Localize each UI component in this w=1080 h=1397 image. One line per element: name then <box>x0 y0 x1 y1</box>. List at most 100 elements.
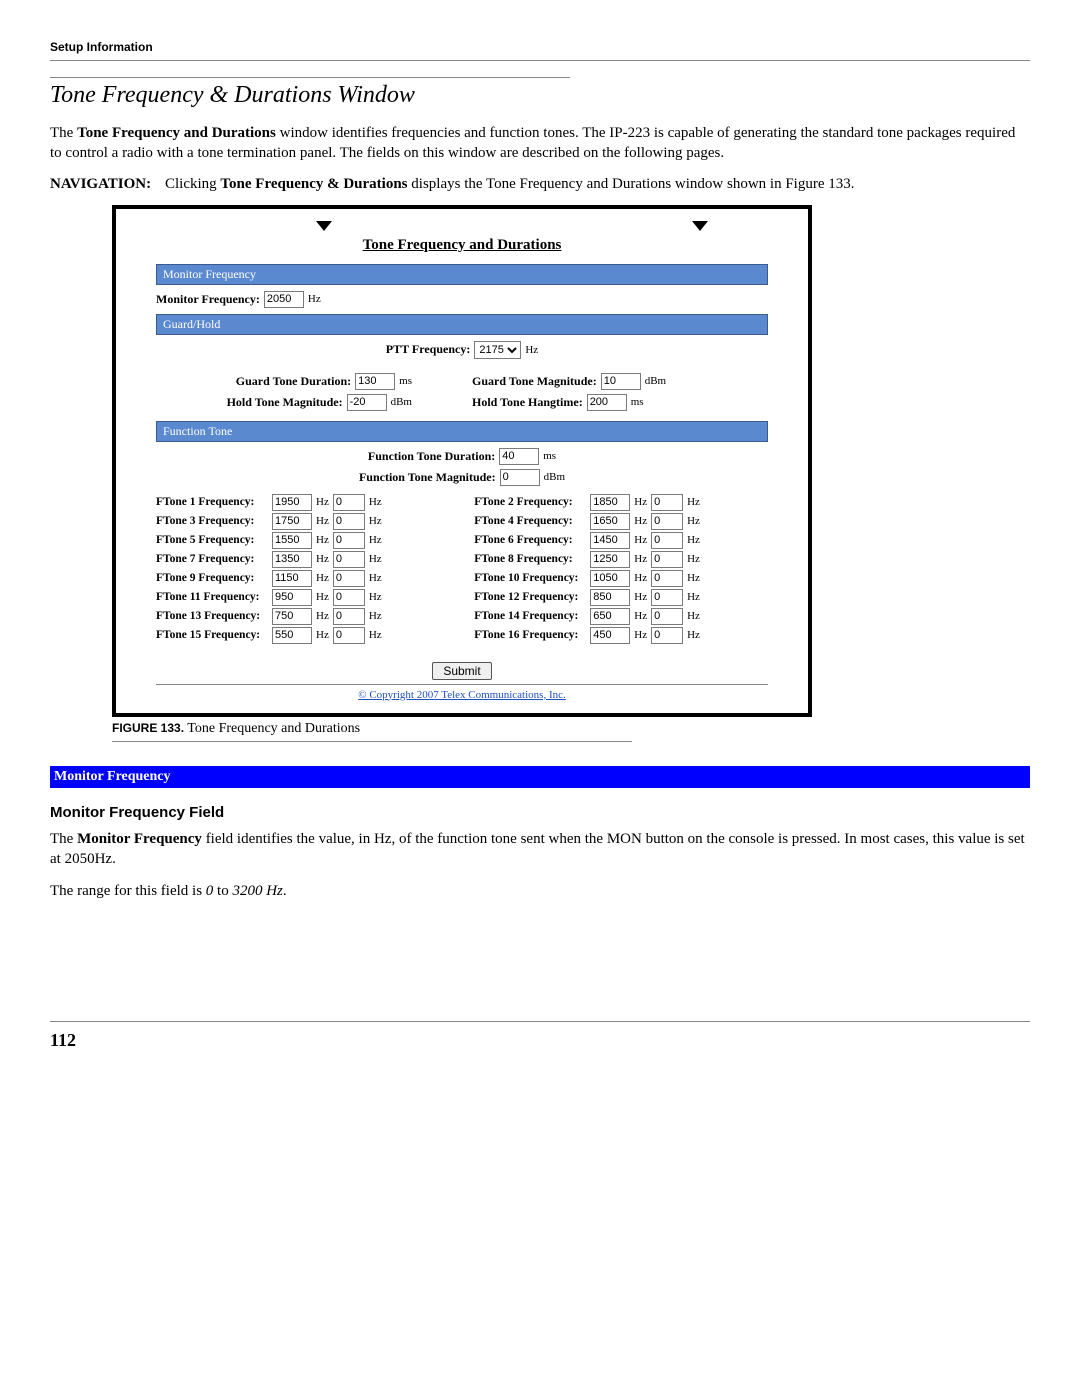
monitor-frequency-label: Monitor Frequency: <box>156 292 260 307</box>
monitor-frequency-field-p2: The range for this field is 0 to 3200 Hz… <box>50 881 1030 901</box>
ftone-secondary-input[interactable] <box>651 627 683 644</box>
monitor-frequency-input[interactable] <box>264 291 304 308</box>
ftone-label: FTone 8 Frequency: <box>474 553 586 565</box>
ptt-frequency-label: PTT Frequency: <box>386 342 471 357</box>
guard-tone-magnitude-input[interactable] <box>601 373 641 390</box>
ftone-freq-input[interactable] <box>272 551 312 568</box>
function-tone-magnitude-row: Function Tone Magnitude: dBm <box>156 469 768 486</box>
ftone-secondary-input[interactable] <box>333 589 365 606</box>
figure-inner-rule <box>156 684 768 685</box>
function-tone-duration-row: Function Tone Duration: ms <box>156 448 768 465</box>
ftone-row: FTone 9 Frequency:HzHzFTone 10 Frequency… <box>156 570 768 587</box>
guard-hold-grid: Guard Tone Duration: ms Hold Tone Magnit… <box>156 369 768 415</box>
ftone-freq-input[interactable] <box>272 570 312 587</box>
ftone-label: FTone 16 Frequency: <box>474 629 586 641</box>
notch-icon <box>692 221 708 231</box>
ftone-label: FTone 5 Frequency: <box>156 534 268 546</box>
ftone-freq-input[interactable] <box>272 532 312 549</box>
hold-tone-hangtime-input[interactable] <box>587 394 627 411</box>
ftone-secondary-input[interactable] <box>651 532 683 549</box>
figure-box: Tone Frequency and Durations Monitor Fre… <box>112 205 812 717</box>
ftone-secondary-input[interactable] <box>651 513 683 530</box>
notch-row <box>156 223 768 233</box>
bar-guard-hold: Guard/Hold <box>156 314 768 335</box>
ftone-secondary-input[interactable] <box>651 570 683 587</box>
figure-133: Tone Frequency and Durations Monitor Fre… <box>112 205 812 742</box>
guard-tone-duration-input[interactable] <box>355 373 395 390</box>
ftone-freq-input[interactable] <box>272 589 312 606</box>
ftone-secondary-input[interactable] <box>651 551 683 568</box>
ftone-label: FTone 14 Frequency: <box>474 610 586 622</box>
ftone-label: FTone 6 Frequency: <box>474 534 586 546</box>
ftone-secondary-input[interactable] <box>333 627 365 644</box>
section-title: Tone Frequency & Durations Window <box>50 82 1030 109</box>
function-tone-duration-input[interactable] <box>499 448 539 465</box>
ftone-secondary-input[interactable] <box>333 570 365 587</box>
ftone-secondary-input[interactable] <box>651 494 683 511</box>
ftone-freq-input[interactable] <box>590 608 630 625</box>
navigation-text: Clicking Tone Frequency & Durations disp… <box>165 176 1030 193</box>
ftone-secondary-input[interactable] <box>333 532 365 549</box>
hold-tone-hangtime-label: Hold Tone Hangtime: <box>472 395 583 410</box>
ftone-label: FTone 2 Frequency: <box>474 496 586 508</box>
ftone-label: FTone 10 Frequency: <box>474 572 586 584</box>
monitor-frequency-row: Monitor Frequency: Hz <box>156 291 768 308</box>
intro-paragraph: The Tone Frequency and Durations window … <box>50 123 1030 164</box>
ftone-freq-input[interactable] <box>272 513 312 530</box>
ftone-secondary-input[interactable] <box>651 589 683 606</box>
ptt-frequency-select[interactable]: 2175 <box>474 341 521 359</box>
ftone-secondary-input[interactable] <box>333 551 365 568</box>
figure-title: Tone Frequency and Durations <box>156 237 768 254</box>
hold-tone-magnitude-input[interactable] <box>347 394 387 411</box>
monitor-frequency-field-heading: Monitor Frequency Field <box>50 804 1030 821</box>
ftone-freq-input[interactable] <box>590 513 630 530</box>
ftone-freq-input[interactable] <box>590 532 630 549</box>
bar-monitor-frequency: Monitor Frequency <box>156 264 768 285</box>
ftone-row: FTone 11 Frequency:HzHzFTone 12 Frequenc… <box>156 589 768 606</box>
ftone-row: FTone 13 Frequency:HzHzFTone 14 Frequenc… <box>156 608 768 625</box>
ftone-freq-input[interactable] <box>590 627 630 644</box>
ftone-freq-input[interactable] <box>590 494 630 511</box>
title-overline <box>50 77 570 78</box>
ftone-table: FTone 1 Frequency:HzHzFTone 2 Frequency:… <box>156 494 768 644</box>
notch-icon <box>316 221 332 231</box>
ftone-freq-input[interactable] <box>272 627 312 644</box>
ftone-row: FTone 7 Frequency:HzHzFTone 8 Frequency:… <box>156 551 768 568</box>
function-tone-magnitude-input[interactable] <box>500 469 540 486</box>
submit-button[interactable]: Submit <box>432 662 491 680</box>
function-tone-magnitude-label: Function Tone Magnitude: <box>359 470 496 485</box>
ftone-row: FTone 1 Frequency:HzHzFTone 2 Frequency:… <box>156 494 768 511</box>
ftone-label: FTone 11 Frequency: <box>156 591 268 603</box>
ftone-label: FTone 1 Frequency: <box>156 496 268 508</box>
ftone-row: FTone 5 Frequency:HzHzFTone 6 Frequency:… <box>156 532 768 549</box>
ftone-freq-input[interactable] <box>590 570 630 587</box>
ftone-label: FTone 3 Frequency: <box>156 515 268 527</box>
navigation-block: NAVIGATION: Clicking Tone Frequency & Du… <box>50 176 1030 193</box>
function-tone-duration-label: Function Tone Duration: <box>368 449 495 464</box>
ftone-row: FTone 15 Frequency:HzHzFTone 16 Frequenc… <box>156 627 768 644</box>
ftone-secondary-input[interactable] <box>333 494 365 511</box>
ftone-secondary-input[interactable] <box>651 608 683 625</box>
ftone-secondary-input[interactable] <box>333 608 365 625</box>
header-section-label: Setup Information <box>50 40 1030 54</box>
navigation-label: NAVIGATION: <box>50 176 165 193</box>
ftone-label: FTone 4 Frequency: <box>474 515 586 527</box>
ftone-label: FTone 7 Frequency: <box>156 553 268 565</box>
bar-function-tone: Function Tone <box>156 421 768 442</box>
ftone-freq-input[interactable] <box>590 589 630 606</box>
ftone-label: FTone 15 Frequency: <box>156 629 268 641</box>
monitor-frequency-field-p1: The Monitor Frequency field identifies t… <box>50 829 1030 870</box>
header-rule <box>50 60 1030 61</box>
ftone-row: FTone 3 Frequency:HzHzFTone 4 Frequency:… <box>156 513 768 530</box>
ptt-frequency-unit: Hz <box>525 344 538 356</box>
guard-tone-duration-label: Guard Tone Duration: <box>236 374 351 389</box>
caption-underline <box>112 741 632 742</box>
copyright-link[interactable]: © Copyright 2007 Telex Communications, I… <box>156 689 768 701</box>
page-number: 112 <box>50 1030 1030 1051</box>
ftone-freq-input[interactable] <box>590 551 630 568</box>
ptt-frequency-row: PTT Frequency: 2175 Hz <box>156 341 768 359</box>
ftone-freq-input[interactable] <box>272 494 312 511</box>
ftone-secondary-input[interactable] <box>333 513 365 530</box>
footer-rule <box>50 1021 1030 1022</box>
ftone-freq-input[interactable] <box>272 608 312 625</box>
